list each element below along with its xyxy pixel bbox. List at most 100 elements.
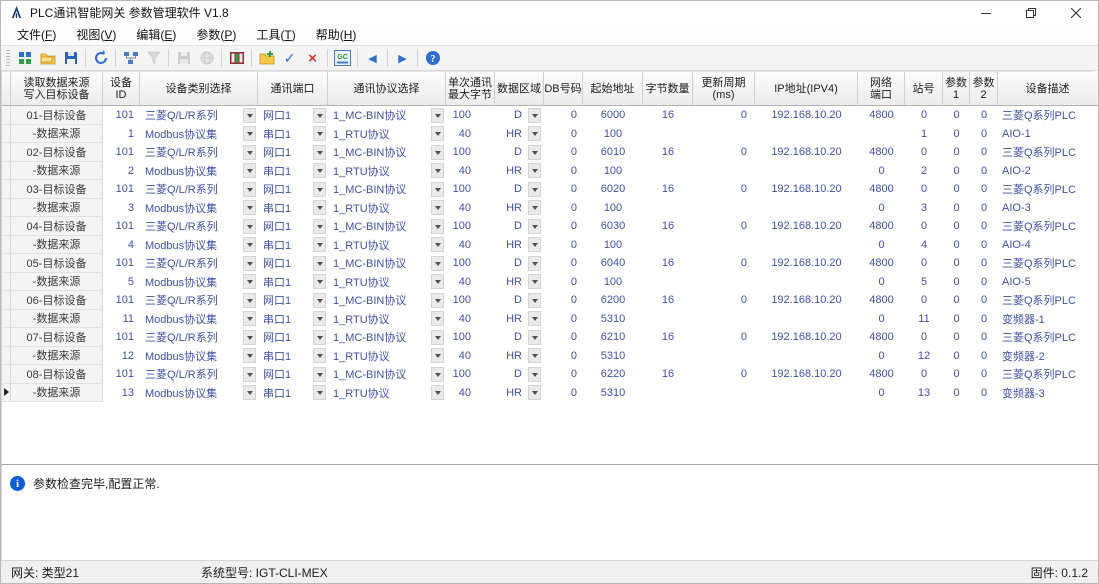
cell-db-no[interactable]: 0 xyxy=(544,365,583,384)
cell-comm-port[interactable]: 网口1 xyxy=(258,143,328,162)
cell-byte-count[interactable] xyxy=(643,236,693,255)
dropdown-arrow-icon[interactable] xyxy=(431,274,444,289)
cell-station[interactable]: 11 xyxy=(905,310,943,329)
cell-net-port[interactable] xyxy=(858,125,905,144)
cell-param1[interactable]: 0 xyxy=(943,310,970,329)
dropdown-arrow-icon[interactable] xyxy=(528,367,541,382)
cell-device-id[interactable]: 101 xyxy=(103,180,140,199)
cell-device-id[interactable]: 1 xyxy=(103,125,140,144)
cell-byte-count[interactable] xyxy=(643,273,693,292)
menu-help[interactable]: 帮助(H) xyxy=(306,24,367,45)
cell-max-bytes[interactable]: 100 xyxy=(446,254,495,273)
dropdown-arrow-icon[interactable] xyxy=(243,219,256,234)
cell-desc[interactable]: 三菱Q系列PLC xyxy=(998,143,1093,162)
cell-param2[interactable]: 0 xyxy=(970,384,998,403)
cell-update-cycle[interactable] xyxy=(693,273,755,292)
cell-param2[interactable]: 0 xyxy=(970,199,998,218)
cell-comm-port[interactable]: 串口1 xyxy=(258,199,328,218)
cell-row-header[interactable]: 04-目标设备 xyxy=(11,217,103,236)
cell-param2[interactable]: 0 xyxy=(970,273,998,292)
cell-device-type[interactable]: 三菱Q/L/R系列 xyxy=(140,180,258,199)
dropdown-arrow-icon[interactable] xyxy=(243,274,256,289)
cell-param2[interactable]: 0 xyxy=(970,291,998,310)
cell-data-area[interactable]: D xyxy=(495,365,544,384)
cell-db-no[interactable]: 0 xyxy=(544,347,583,366)
cell-byte-count[interactable] xyxy=(643,384,693,403)
dropdown-arrow-icon[interactable] xyxy=(431,200,444,215)
cell-data-area[interactable]: HR xyxy=(495,199,544,218)
cell-byte-count[interactable]: 16 xyxy=(643,106,693,125)
cell-ip[interactable]: 192.168.10.20 xyxy=(755,143,858,162)
dropdown-arrow-icon[interactable] xyxy=(528,274,541,289)
cell-data-area[interactable]: D xyxy=(495,254,544,273)
cell-device-id[interactable]: 5 xyxy=(103,273,140,292)
cell-param1[interactable]: 0 xyxy=(943,291,970,310)
cell-byte-count[interactable] xyxy=(643,199,693,218)
cell-start-addr[interactable]: 5310 xyxy=(583,310,643,329)
cell-protocol[interactable]: 1_MC-BIN协议 xyxy=(328,217,446,236)
cell-net-port[interactable]: 0 xyxy=(858,310,905,329)
module-icon[interactable] xyxy=(225,47,248,69)
dropdown-arrow-icon[interactable] xyxy=(313,200,326,215)
cell-row-header[interactable]: 02-目标设备 xyxy=(11,143,103,162)
cell-max-bytes[interactable]: 100 xyxy=(446,180,495,199)
cell-desc[interactable]: AIO-5 xyxy=(998,273,1093,292)
web-icon[interactable] xyxy=(195,47,218,69)
cell-update-cycle[interactable]: 0 xyxy=(693,180,755,199)
cell-device-type[interactable]: Modbus协议集 xyxy=(140,273,258,292)
cell-db-no[interactable]: 0 xyxy=(544,384,583,403)
cell-row-header[interactable]: 01-目标设备 xyxy=(11,106,103,125)
cell-desc[interactable]: AIO-4 xyxy=(998,236,1093,255)
dropdown-arrow-icon[interactable] xyxy=(313,145,326,160)
dropdown-arrow-icon[interactable] xyxy=(243,311,256,326)
cell-start-addr[interactable]: 6200 xyxy=(583,291,643,310)
cell-desc[interactable]: 三菱Q系列PLC xyxy=(998,328,1093,347)
cell-start-addr[interactable]: 5310 xyxy=(583,384,643,403)
cell-protocol[interactable]: 1_MC-BIN协议 xyxy=(328,365,446,384)
cell-data-area[interactable]: D xyxy=(495,328,544,347)
cell-device-type[interactable]: 三菱Q/L/R系列 xyxy=(140,217,258,236)
dropdown-arrow-icon[interactable] xyxy=(313,237,326,252)
cell-station[interactable]: 12 xyxy=(905,347,943,366)
cell-desc[interactable]: 三菱Q系列PLC xyxy=(998,365,1093,384)
cell-net-port[interactable]: 4800 xyxy=(858,180,905,199)
cell-max-bytes[interactable]: 40 xyxy=(446,273,495,292)
cell-device-type[interactable]: 三菱Q/L/R系列 xyxy=(140,365,258,384)
cell-device-id[interactable]: 101 xyxy=(103,291,140,310)
dropdown-arrow-icon[interactable] xyxy=(431,182,444,197)
cell-device-id[interactable]: 101 xyxy=(103,365,140,384)
dropdown-arrow-icon[interactable] xyxy=(431,163,444,178)
dropdown-arrow-icon[interactable] xyxy=(431,311,444,326)
cell-start-addr[interactable]: 6040 xyxy=(583,254,643,273)
dropdown-arrow-icon[interactable] xyxy=(431,330,444,345)
dropdown-arrow-icon[interactable] xyxy=(243,256,256,271)
cell-device-id[interactable]: 101 xyxy=(103,106,140,125)
back-icon[interactable]: ◀ xyxy=(361,47,384,69)
menu-view[interactable]: 视图(V) xyxy=(66,24,126,45)
cell-update-cycle[interactable]: 0 xyxy=(693,217,755,236)
topology-icon[interactable] xyxy=(119,47,142,69)
dropdown-arrow-icon[interactable] xyxy=(528,385,541,400)
cell-max-bytes[interactable]: 40 xyxy=(446,347,495,366)
cell-protocol[interactable]: 1_RTU协议 xyxy=(328,199,446,218)
cell-update-cycle[interactable]: 0 xyxy=(693,291,755,310)
open-icon[interactable] xyxy=(36,47,59,69)
dropdown-arrow-icon[interactable] xyxy=(243,163,256,178)
dropdown-arrow-icon[interactable] xyxy=(528,348,541,363)
dropdown-arrow-icon[interactable] xyxy=(431,385,444,400)
cell-row-header[interactable]: -数据来源 xyxy=(11,310,103,329)
cell-max-bytes[interactable]: 100 xyxy=(446,217,495,236)
dropdown-arrow-icon[interactable] xyxy=(528,256,541,271)
cell-ip[interactable] xyxy=(755,162,858,181)
cell-data-area[interactable]: D xyxy=(495,106,544,125)
cell-db-no[interactable]: 0 xyxy=(544,236,583,255)
cell-row-header[interactable]: 05-目标设备 xyxy=(11,254,103,273)
cell-desc[interactable]: AIO-2 xyxy=(998,162,1093,181)
connect-icon[interactable] xyxy=(13,47,36,69)
cell-protocol[interactable]: 1_MC-BIN协议 xyxy=(328,143,446,162)
dropdown-arrow-icon[interactable] xyxy=(313,126,326,141)
cell-device-id[interactable]: 12 xyxy=(103,347,140,366)
cell-db-no[interactable]: 0 xyxy=(544,125,583,144)
cell-start-addr[interactable]: 100 xyxy=(583,162,643,181)
cell-param1[interactable]: 0 xyxy=(943,162,970,181)
